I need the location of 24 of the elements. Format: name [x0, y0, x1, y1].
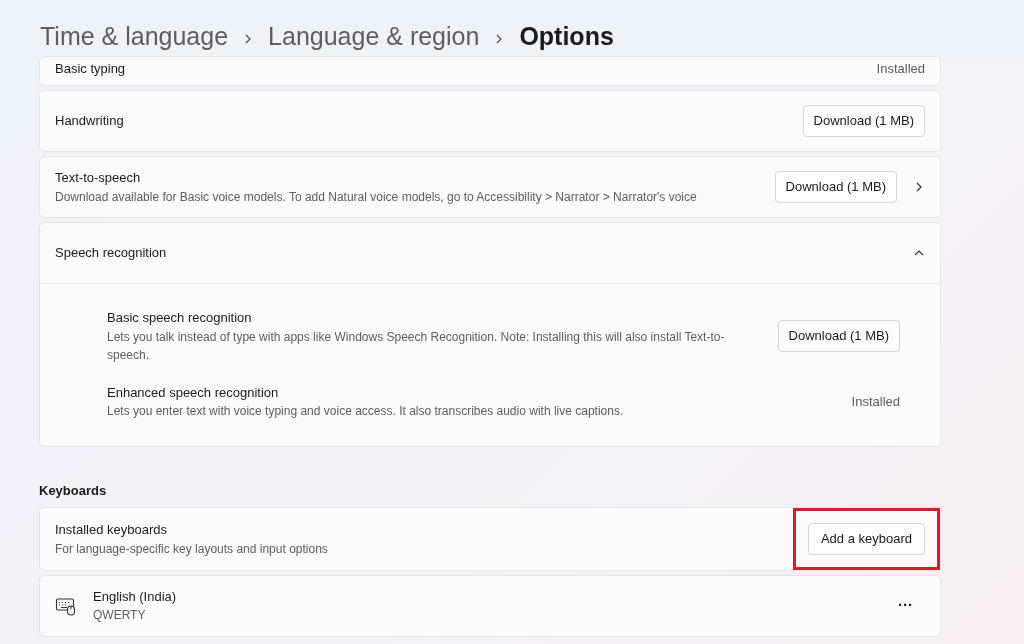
breadcrumb-item[interactable]: Language & region [268, 18, 480, 56]
setting-description: Lets you talk instead of type with apps like Windows Speech Recognition. Note: Installing this will also install Text-to-speech. [107, 328, 726, 364]
setting-title: Installed keyboards [55, 521, 168, 539]
setting-title: Text-to-speech [55, 169, 142, 188]
add-keyboard-button[interactable]: Add a keyboard [807, 523, 925, 555]
download-button[interactable]: Download (1 MB) [777, 320, 900, 352]
status-text: Installed [876, 60, 925, 79]
setting-title: Speech recognition [55, 244, 168, 263]
more-options-button[interactable]: ··· [898, 594, 913, 617]
setting-description: For language-specific key layouts and input options [55, 540, 329, 558]
breadcrumb-item[interactable]: Time & language [40, 18, 229, 56]
status-text: Installed [851, 392, 900, 411]
setting-title: Basic typing [55, 60, 127, 79]
setting-title: Enhanced speech recognition [107, 383, 280, 402]
setting-description: Lets you enter text with voice typing and voice access. It also transcribes audio with live captions. [107, 403, 625, 421]
setting-title: Basic speech recognition [107, 309, 253, 327]
download-button[interactable]: Download (1 MB) [802, 105, 925, 137]
download-button[interactable]: Download (1 MB) [774, 171, 897, 203]
keyboard-layout: QWERTY [93, 607, 147, 625]
setting-title: Handwriting [55, 112, 125, 131]
section-heading: Keyboards [39, 481, 108, 500]
breadcrumb-item: Options [519, 21, 614, 53]
setting-description: Download available for Basic voice models. To add Natural voice models, go to Accessibility > Narrator > Narrator's voice [55, 188, 698, 206]
keyboard-name: English (India) [93, 587, 178, 606]
